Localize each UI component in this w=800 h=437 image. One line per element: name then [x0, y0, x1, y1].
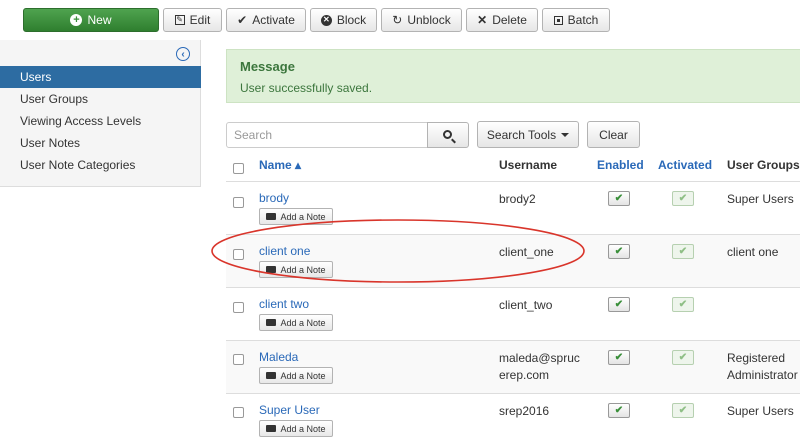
enabled-toggle[interactable]: ✔	[608, 297, 630, 312]
message-title: Message	[240, 59, 295, 74]
header-enabled[interactable]: Enabled	[597, 158, 644, 172]
sidebar: ‹ Users User Groups Viewing Access Level…	[0, 40, 201, 187]
username: client_two	[499, 298, 553, 312]
unblock-label: Unblock	[407, 13, 451, 27]
row-checkbox[interactable]	[233, 302, 244, 313]
caret-down-icon	[561, 132, 570, 137]
plus-circle-icon: +	[70, 14, 83, 26]
unblock-button[interactable]: ↻ Unblock	[381, 8, 462, 32]
check-icon: ✔	[237, 13, 248, 27]
select-all-checkbox[interactable]	[233, 163, 244, 174]
activate-button[interactable]: ✔ Activate	[226, 8, 306, 32]
activated-check-icon: ✔	[672, 244, 694, 259]
highlight-annotation	[211, 219, 585, 283]
enabled-toggle[interactable]: ✔	[608, 191, 630, 206]
username: srep2016	[499, 404, 550, 418]
x-icon: ✕	[477, 13, 488, 27]
user-name-link[interactable]: Maleda	[259, 350, 298, 364]
note-icon	[266, 372, 277, 379]
header-activated[interactable]: Activated	[658, 158, 712, 172]
add-note-button[interactable]: Add a Note	[259, 314, 333, 331]
activated-check-icon: ✔	[672, 403, 694, 418]
enabled-toggle[interactable]: ✔	[608, 403, 630, 418]
new-label: New	[87, 13, 112, 27]
row-checkbox[interactable]	[233, 354, 244, 365]
user-groups: Super Users	[727, 192, 794, 206]
user-groups: client one	[727, 245, 779, 259]
activated-check-icon: ✔	[672, 297, 694, 312]
header-name-label: Name	[259, 158, 292, 172]
search-input[interactable]	[226, 122, 428, 148]
username-line: maleda@spruc	[499, 351, 580, 365]
refresh-icon: ↻	[392, 13, 403, 27]
search-tools-button[interactable]: Search Tools	[477, 121, 579, 148]
activate-label: Activate	[252, 13, 295, 27]
sort-asc-icon: ▴	[295, 158, 302, 172]
sidebar-item-user-groups[interactable]: User Groups	[0, 88, 201, 110]
block-label: Block	[336, 13, 367, 27]
username: brody2	[499, 192, 536, 206]
edit-button[interactable]: ✎ Edit	[163, 8, 222, 32]
activated-check-icon: ✔	[672, 191, 694, 206]
note-icon	[266, 319, 277, 326]
user-name-link[interactable]: client two	[259, 297, 309, 311]
delete-label: Delete	[492, 13, 527, 27]
sidebar-item-user-notes[interactable]: User Notes	[0, 132, 201, 154]
row-checkbox[interactable]	[233, 407, 244, 418]
sidebar-item-user-note-categories[interactable]: User Note Categories	[0, 154, 201, 176]
batch-icon	[553, 15, 563, 25]
delete-button[interactable]: ✕ Delete	[466, 8, 538, 32]
new-button[interactable]: + New	[23, 8, 159, 32]
block-icon: ✕	[320, 14, 332, 26]
user-group-line: Administrator	[727, 368, 798, 382]
toolbar: + New ✎ Edit ✔ Activate ✕ Block ↻ Unbloc…	[0, 0, 800, 40]
user-groups: Super Users	[727, 404, 794, 418]
add-note-label: Add a Note	[280, 317, 326, 328]
header-user-groups: User Groups	[727, 158, 800, 172]
user-group-line: Registered	[727, 351, 786, 365]
username: maleda@spruc erep.com	[499, 350, 580, 384]
batch-label: Batch	[567, 13, 599, 27]
sidebar-item-viewing-access-levels[interactable]: Viewing Access Levels	[0, 110, 201, 132]
table-row: Super User Add a Note srep2016 ✔ ✔ Super…	[226, 393, 800, 437]
activated-check-icon: ✔	[672, 350, 694, 365]
search-tools-label: Search Tools	[486, 127, 557, 142]
enabled-toggle[interactable]: ✔	[608, 244, 630, 259]
edit-label: Edit	[189, 13, 211, 27]
add-note-button[interactable]: Add a Note	[259, 367, 333, 384]
collapse-left-icon[interactable]: ‹	[176, 47, 190, 61]
user-name-link[interactable]: Super User	[259, 403, 320, 417]
table-row: client two Add a Note client_two ✔ ✔	[226, 287, 800, 340]
block-button[interactable]: ✕ Block	[310, 8, 377, 32]
add-note-label: Add a Note	[280, 370, 326, 381]
table-row: Maleda Add a Note maleda@spruc erep.com …	[226, 340, 800, 393]
batch-button[interactable]: Batch	[542, 8, 610, 32]
clear-button[interactable]: Clear	[587, 121, 640, 148]
username-line: erep.com	[499, 368, 550, 382]
search-button[interactable]	[427, 122, 469, 148]
message-text: User successfully saved.	[240, 81, 373, 95]
magnifier-icon	[442, 129, 452, 139]
enabled-toggle[interactable]: ✔	[608, 350, 630, 365]
row-checkbox[interactable]	[233, 197, 244, 208]
success-message: Message User successfully saved.	[226, 49, 800, 103]
user-groups: Registered Administrator	[727, 350, 798, 384]
clear-label: Clear	[599, 127, 628, 142]
user-name-link[interactable]: brody	[259, 191, 289, 205]
sidebar-item-users[interactable]: Users	[0, 66, 201, 88]
header-name[interactable]: Name ▴	[259, 158, 301, 172]
header-username[interactable]: Username	[499, 158, 557, 172]
edit-icon: ✎	[174, 15, 185, 25]
